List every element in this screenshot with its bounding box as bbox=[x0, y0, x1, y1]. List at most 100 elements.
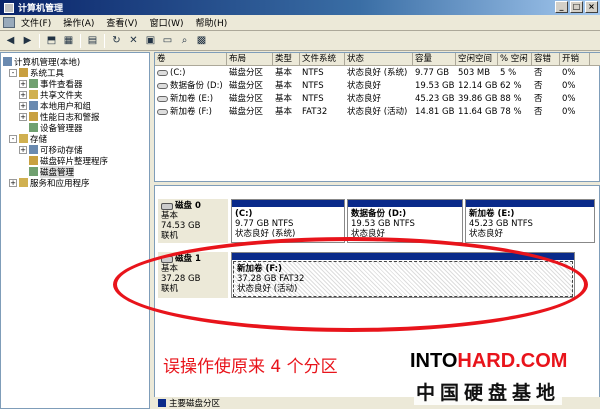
menu-file[interactable]: 文件(F) bbox=[15, 16, 57, 29]
column-header[interactable]: 状态 bbox=[345, 53, 413, 66]
volume-cell: 基本 bbox=[275, 81, 293, 91]
expand-icon[interactable]: + bbox=[19, 101, 27, 110]
disk-properties-icon[interactable]: ▣ bbox=[143, 33, 158, 48]
expand-icon[interactable]: + bbox=[19, 145, 27, 154]
volume-cell: 磁盘分区 bbox=[229, 94, 264, 104]
watermark-chinese: 中国硬盘基地 bbox=[414, 378, 563, 405]
maximize-button[interactable]: □ bbox=[570, 1, 583, 13]
delete-icon[interactable]: ✕ bbox=[126, 33, 141, 48]
menu-window[interactable]: 窗口(W) bbox=[144, 16, 190, 29]
volume-cell: (C:) bbox=[155, 67, 227, 80]
expand-icon[interactable]: + bbox=[19, 79, 27, 88]
performance-icon bbox=[29, 112, 38, 121]
volume-row[interactable]: (C:) 磁盘分区 基本 NTFS 状态良好 (系统) 9.77 GB 503 MB 5 % 否… bbox=[155, 67, 600, 80]
column-header[interactable]: 容量 bbox=[413, 53, 456, 66]
menu-view[interactable]: 查看(V) bbox=[100, 16, 143, 29]
volume-cell: NTFS bbox=[302, 94, 324, 104]
volume-name: 新加卷 (E:) bbox=[170, 94, 214, 104]
refresh-icon[interactable]: ↻ bbox=[109, 33, 124, 48]
volume-cell: 状态良好 bbox=[347, 81, 382, 91]
open-icon[interactable]: ▭ bbox=[160, 33, 175, 48]
device-manager-icon bbox=[29, 123, 38, 132]
tree-item[interactable]: + 性能日志和警报 bbox=[19, 111, 100, 123]
explore-icon[interactable]: ⌕ bbox=[177, 33, 192, 48]
expand-icon[interactable]: + bbox=[19, 90, 27, 99]
column-header[interactable]: 类型 bbox=[273, 53, 300, 66]
partition-block[interactable]: (C:) 9.77 GB NTFS 状态良好 (系统) bbox=[231, 199, 345, 243]
volume-cell: 78 % bbox=[500, 107, 522, 117]
users-icon bbox=[29, 101, 38, 110]
partition-block[interactable]: 新加卷 (E:) 45.23 GB NTFS 状态良好 bbox=[465, 199, 595, 243]
expand-icon[interactable]: + bbox=[9, 178, 17, 187]
volume-cell: 62 % bbox=[500, 81, 522, 91]
volume-name: 新加卷 (F:) bbox=[170, 107, 212, 117]
tree-item[interactable]: 计算机管理(本地) bbox=[3, 56, 80, 68]
volume-cell: 状态良好 (活动) bbox=[347, 107, 408, 117]
back-arrow-icon[interactable]: ◀ bbox=[3, 33, 18, 48]
column-header[interactable]: 卷 bbox=[155, 53, 227, 66]
disk-size: 74.53 GB bbox=[161, 221, 201, 231]
computer-management-window: 计算机管理 _ □ × 文件(F) 操作(A) 查看(V) 窗口(W) 帮助(H… bbox=[0, 0, 600, 409]
column-header[interactable]: 开销 bbox=[560, 53, 590, 66]
collapse-icon[interactable]: - bbox=[9, 134, 17, 143]
volume-cell: 39.86 GB bbox=[458, 94, 498, 104]
forward-arrow-icon[interactable]: ▶ bbox=[20, 33, 35, 48]
volume-row[interactable]: 新加卷 (E:) 磁盘分区 基本 NTFS 状态良好 45.23 GB 39.86 GB 88… bbox=[155, 93, 600, 106]
volume-cell: 9.77 GB bbox=[415, 68, 450, 78]
primary-partition-bar bbox=[348, 200, 462, 207]
tree-item[interactable]: 磁盘碎片整理程序 bbox=[19, 155, 108, 167]
volume-cell: 0% bbox=[562, 107, 576, 117]
collapse-icon[interactable]: - bbox=[9, 68, 17, 77]
tree-item[interactable]: + 事件查看器 bbox=[19, 78, 83, 90]
tree-item[interactable]: - 系统工具 bbox=[9, 67, 64, 79]
disk-label[interactable]: 磁盘 1 基本 37.28 GB 联机 bbox=[158, 252, 228, 298]
show-tree-icon[interactable]: ▦ bbox=[61, 33, 76, 48]
volume-cell: NTFS bbox=[302, 68, 324, 78]
volume-cell: 0% bbox=[562, 68, 576, 78]
tree-item[interactable]: + 服务和应用程序 bbox=[9, 177, 90, 189]
tree-item[interactable]: - 存储 bbox=[9, 133, 47, 145]
partition-fs: 9.77 GB NTFS bbox=[235, 219, 294, 229]
legend-label: 主要磁盘分区 bbox=[169, 399, 221, 409]
column-header[interactable]: 容错 bbox=[532, 53, 560, 66]
watermark-site-b: HARD.COM bbox=[457, 350, 568, 372]
partition-name: 数据备份 (D:) bbox=[351, 209, 407, 219]
services-icon bbox=[19, 178, 28, 187]
menu-action[interactable]: 操作(A) bbox=[57, 16, 100, 29]
tree-item[interactable]: + 可移动存储 bbox=[19, 144, 83, 156]
watermark-site: INTOHARD.COM bbox=[408, 350, 570, 373]
partition-name: (C:) bbox=[235, 209, 253, 219]
volume-cell: 否 bbox=[534, 94, 543, 104]
disk-management-icon bbox=[29, 167, 38, 176]
volume-list-header: 卷布局 类型 文件系统 状态 容量 空闲空间% 空闲 容错 开销 bbox=[155, 53, 600, 66]
close-button[interactable]: × bbox=[585, 1, 598, 13]
tree-item[interactable]: + 共享文件夹 bbox=[19, 89, 83, 101]
disk-status: 联机 bbox=[161, 231, 179, 241]
partition-block[interactable]: 数据备份 (D:) 19.53 GB NTFS 状态良好 bbox=[347, 199, 463, 243]
column-header[interactable]: % 空闲 bbox=[498, 53, 532, 66]
properties-icon[interactable]: ▤ bbox=[85, 33, 100, 48]
app-menu-icon[interactable] bbox=[3, 17, 15, 28]
column-header[interactable]: 空闲空间 bbox=[456, 53, 498, 66]
menu-help[interactable]: 帮助(H) bbox=[190, 16, 234, 29]
partition-block[interactable]: 新加卷 (F:) 37.28 GB FAT32 状态良好 (活动) bbox=[231, 252, 575, 298]
volume-icon bbox=[157, 69, 168, 76]
tree-item[interactable]: 磁盘管理 bbox=[19, 165, 75, 178]
primary-partition-bar bbox=[232, 200, 344, 207]
volume-row[interactable]: 数据备份 (D:) 磁盘分区 基本 NTFS 状态良好 19.53 GB 12.14 GB 6… bbox=[155, 80, 600, 93]
column-header[interactable]: 布局 bbox=[227, 53, 273, 66]
volume-row[interactable]: 新加卷 (F:) 磁盘分区 基本 FAT32 状态良好 (活动) 14.81 GB 11.6… bbox=[155, 106, 600, 119]
defrag-icon bbox=[29, 156, 38, 165]
expand-icon[interactable]: + bbox=[19, 112, 27, 121]
tree-item[interactable]: + 本地用户和组 bbox=[19, 100, 91, 112]
disk-label[interactable]: 磁盘 0 基本 74.53 GB 联机 bbox=[158, 199, 228, 243]
tree-item[interactable]: 设备管理器 bbox=[19, 122, 83, 134]
up-folder-icon[interactable]: ⬒ bbox=[44, 33, 59, 48]
volume-cell: 14.81 GB bbox=[415, 107, 455, 117]
column-header[interactable]: 文件系统 bbox=[300, 53, 345, 66]
volume-cell: 12.14 GB bbox=[458, 81, 498, 91]
minimize-button[interactable]: _ bbox=[555, 1, 568, 13]
volume-name: 数据备份 (D:) bbox=[170, 81, 223, 91]
help-icon[interactable]: ▩ bbox=[194, 33, 209, 48]
volume-cell: 0% bbox=[562, 81, 576, 91]
